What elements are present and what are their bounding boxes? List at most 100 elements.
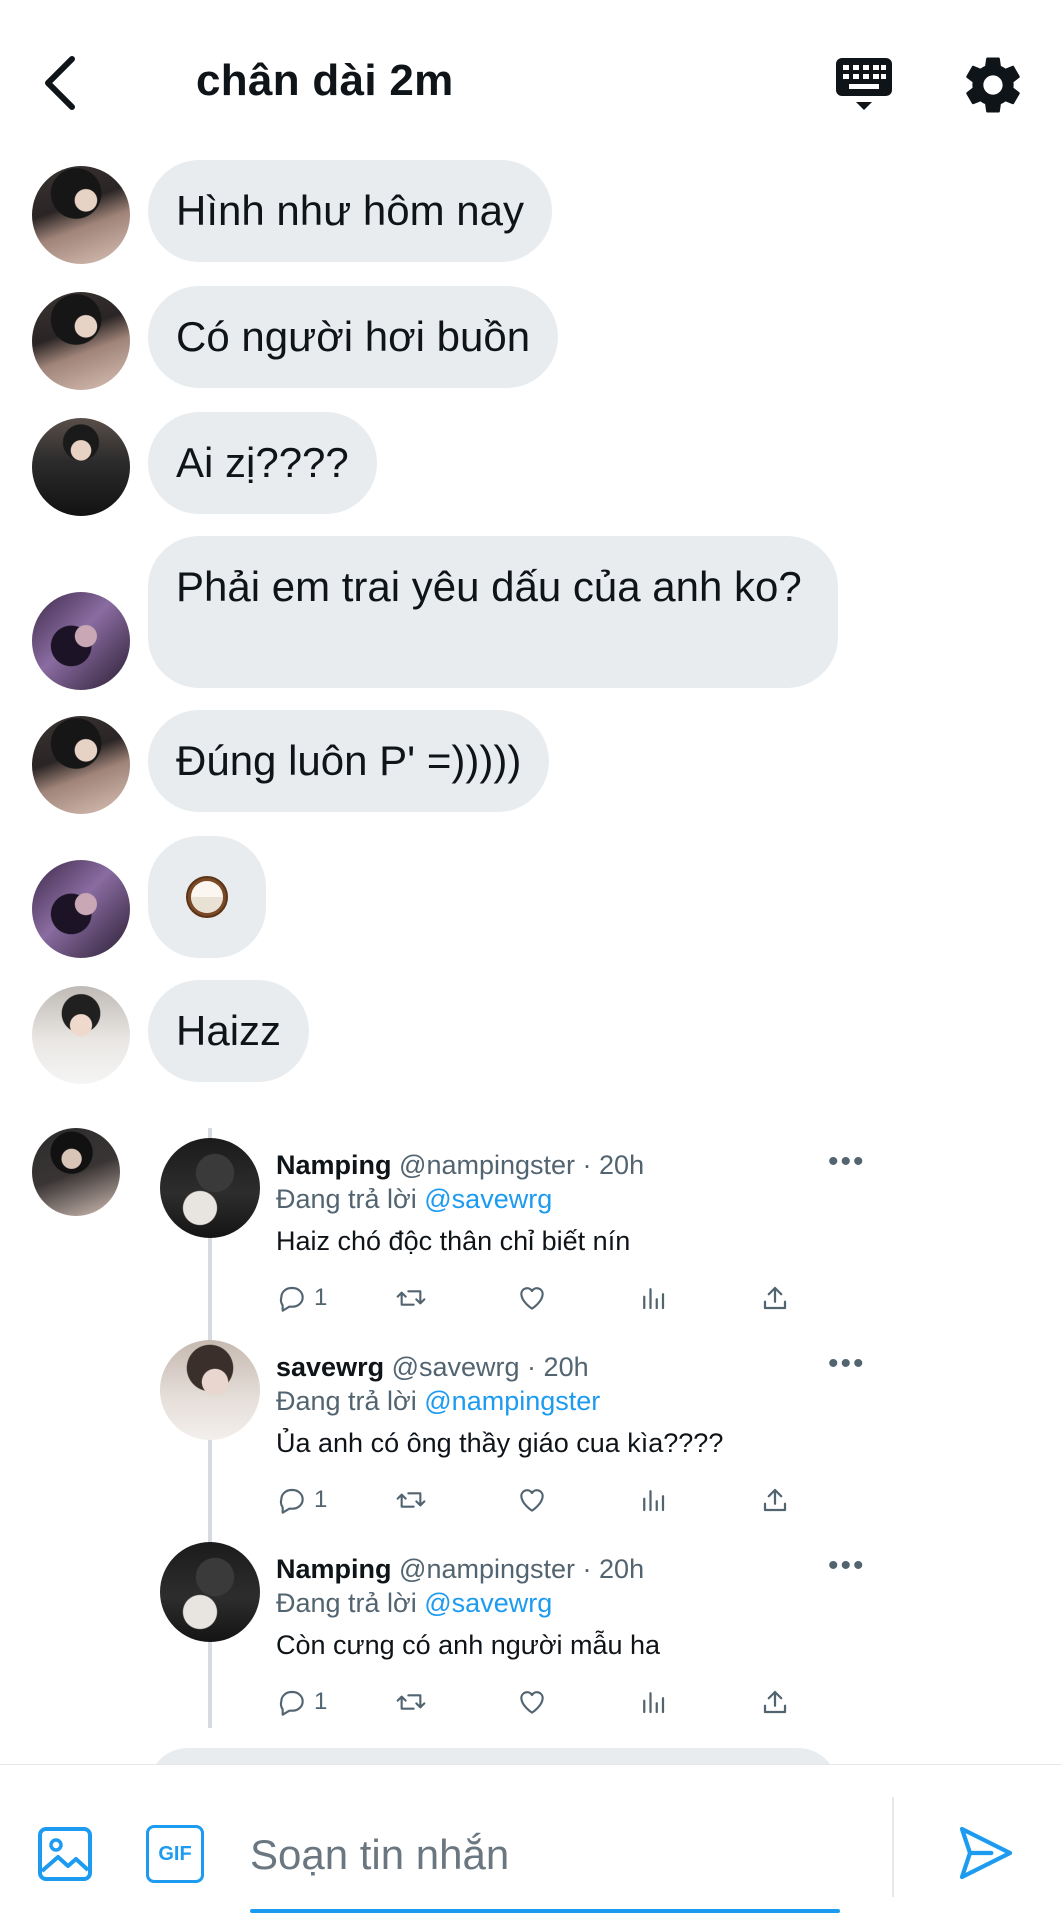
share-button[interactable] — [760, 1682, 790, 1722]
tweet-actions: 1 — [276, 1480, 816, 1520]
more-options-icon[interactable]: ••• — [828, 1349, 866, 1379]
reply-count: 1 — [314, 1284, 328, 1311]
conversation-header: chân dài 2m — [0, 0, 1062, 160]
retweet-icon — [396, 1290, 426, 1306]
share-icon — [763, 1286, 787, 1310]
heart-icon — [520, 1489, 544, 1512]
retweet-button[interactable] — [394, 1278, 428, 1318]
input-underline — [250, 1909, 840, 1913]
tweet-card[interactable]: Namping @nampingster · 20h ••• Đang trả … — [160, 1542, 880, 1732]
reply-count: 1 — [314, 1688, 328, 1715]
message-text: Haizz — [176, 1007, 282, 1054]
avatar[interactable] — [32, 1128, 120, 1216]
tweet-avatar[interactable] — [160, 1542, 260, 1642]
avatar[interactable] — [32, 418, 130, 516]
share-icon — [763, 1488, 787, 1512]
share-button[interactable] — [760, 1278, 790, 1318]
tweet-header: Namping @nampingster · 20h — [276, 1552, 644, 1586]
message-bubble[interactable]: Đúng luôn P' =))))) — [148, 710, 550, 812]
message-bubble[interactable] — [148, 836, 266, 958]
tweet-header: Namping @nampingster · 20h — [276, 1148, 644, 1182]
views-button[interactable] — [638, 1682, 668, 1722]
reply-icon — [279, 1690, 304, 1716]
reply-prefix: Đang trả lời — [276, 1386, 425, 1416]
tweet-author-name[interactable]: Namping — [276, 1554, 392, 1584]
message-text: Có người hơi buồn — [176, 313, 531, 360]
back-button[interactable] — [30, 48, 90, 118]
message-text: Đúng luôn P' =))))) — [176, 737, 522, 784]
reply-prefix: Đang trả lời — [276, 1588, 425, 1618]
tweet-author-handle[interactable]: @nampingster — [399, 1150, 575, 1180]
message-bubble[interactable]: Ai zị???? — [148, 412, 377, 514]
avatar[interactable] — [32, 592, 130, 690]
like-button[interactable] — [516, 1278, 548, 1318]
coconut-icon — [186, 876, 228, 918]
reply-button[interactable]: 1 — [276, 1480, 327, 1520]
reply-button[interactable]: 1 — [276, 1682, 327, 1722]
gear-icon — [966, 57, 1020, 113]
tweet-avatar[interactable] — [160, 1138, 260, 1238]
avatar[interactable] — [32, 166, 130, 264]
keyboard-icon — [836, 58, 892, 110]
tweet-text: Ủa anh có ông thầy giáo cua kìa???? — [276, 1428, 724, 1458]
tweet-time: 20h — [599, 1554, 645, 1584]
views-button[interactable] — [638, 1278, 668, 1318]
message-bubble[interactable]: Haizz — [148, 980, 310, 1082]
tweet-text: Còn cưng có anh người mẫu ha — [276, 1630, 661, 1660]
views-button[interactable] — [638, 1480, 668, 1520]
message-composer: GIF — [0, 1764, 1062, 1920]
settings-button[interactable] — [960, 52, 1030, 118]
tweet-author-name[interactable]: savewrg — [276, 1352, 384, 1382]
heart-icon — [520, 1691, 544, 1714]
share-button[interactable] — [760, 1480, 790, 1520]
like-button[interactable] — [516, 1480, 548, 1520]
tweet-card[interactable]: Namping @nampingster · 20h ••• Đang trả … — [160, 1138, 880, 1328]
reply-mention-link[interactable]: @savewrg — [424, 1184, 552, 1214]
reply-button[interactable]: 1 — [276, 1278, 327, 1318]
reply-mention-link[interactable]: @savewrg — [424, 1588, 552, 1618]
reply-mention-link[interactable]: @nampingster — [424, 1386, 600, 1416]
tweet-author-handle[interactable]: @nampingster — [399, 1554, 575, 1584]
avatar[interactable] — [32, 716, 130, 814]
tweet-separator: · — [575, 1150, 600, 1180]
reply-icon — [279, 1286, 304, 1312]
share-icon — [763, 1690, 787, 1714]
tweet-author-handle[interactable]: @savewrg — [392, 1352, 520, 1382]
tweet-header: savewrg @savewrg · 20h — [276, 1350, 589, 1384]
message-bubble[interactable]: Có người hơi buồn — [148, 286, 559, 388]
more-options-icon[interactable]: ••• — [828, 1551, 866, 1581]
tweet-text: Haiz chó độc thân chỉ biết nín — [276, 1226, 631, 1256]
more-options-icon[interactable]: ••• — [828, 1147, 866, 1177]
retweet-icon — [396, 1694, 426, 1710]
like-button[interactable] — [516, 1682, 548, 1722]
add-image-button[interactable] — [36, 1825, 94, 1883]
message-text: Phải em trai yêu dấu của anh ko? — [176, 563, 802, 610]
send-button[interactable] — [954, 1821, 1018, 1885]
analytics-icon — [643, 1692, 665, 1714]
avatar[interactable] — [32, 860, 130, 958]
message-bubble[interactable]: Hình như hôm nay — [148, 160, 552, 262]
tweet-separator: · — [575, 1554, 600, 1584]
message-text: Hình như hôm nay — [176, 187, 524, 234]
conversation-title: chân dài 2m — [196, 56, 454, 105]
image-icon — [38, 1827, 92, 1881]
send-icon — [959, 1826, 1013, 1880]
gif-button[interactable]: GIF — [146, 1825, 204, 1883]
message-bubble[interactable]: Phải em trai yêu dấu của anh ko? — [148, 536, 838, 688]
message-input[interactable] — [250, 1805, 840, 1905]
tweet-time: 20h — [543, 1352, 589, 1382]
keyboard-button[interactable] — [832, 52, 898, 118]
tweet-author-name[interactable]: Namping — [276, 1150, 392, 1180]
tweet-time: 20h — [599, 1150, 645, 1180]
tweet-avatar[interactable] — [160, 1340, 260, 1440]
tweet-actions: 1 — [276, 1278, 816, 1318]
heart-icon — [520, 1287, 544, 1310]
avatar[interactable] — [32, 986, 130, 1084]
tweet-separator: · — [519, 1352, 544, 1382]
retweet-button[interactable] — [394, 1480, 428, 1520]
chevron-left-icon — [45, 56, 75, 110]
composer-divider — [892, 1797, 894, 1897]
avatar[interactable] — [32, 292, 130, 390]
tweet-card[interactable]: savewrg @savewrg · 20h ••• Đang trả lời … — [160, 1340, 880, 1530]
retweet-button[interactable] — [394, 1682, 428, 1722]
